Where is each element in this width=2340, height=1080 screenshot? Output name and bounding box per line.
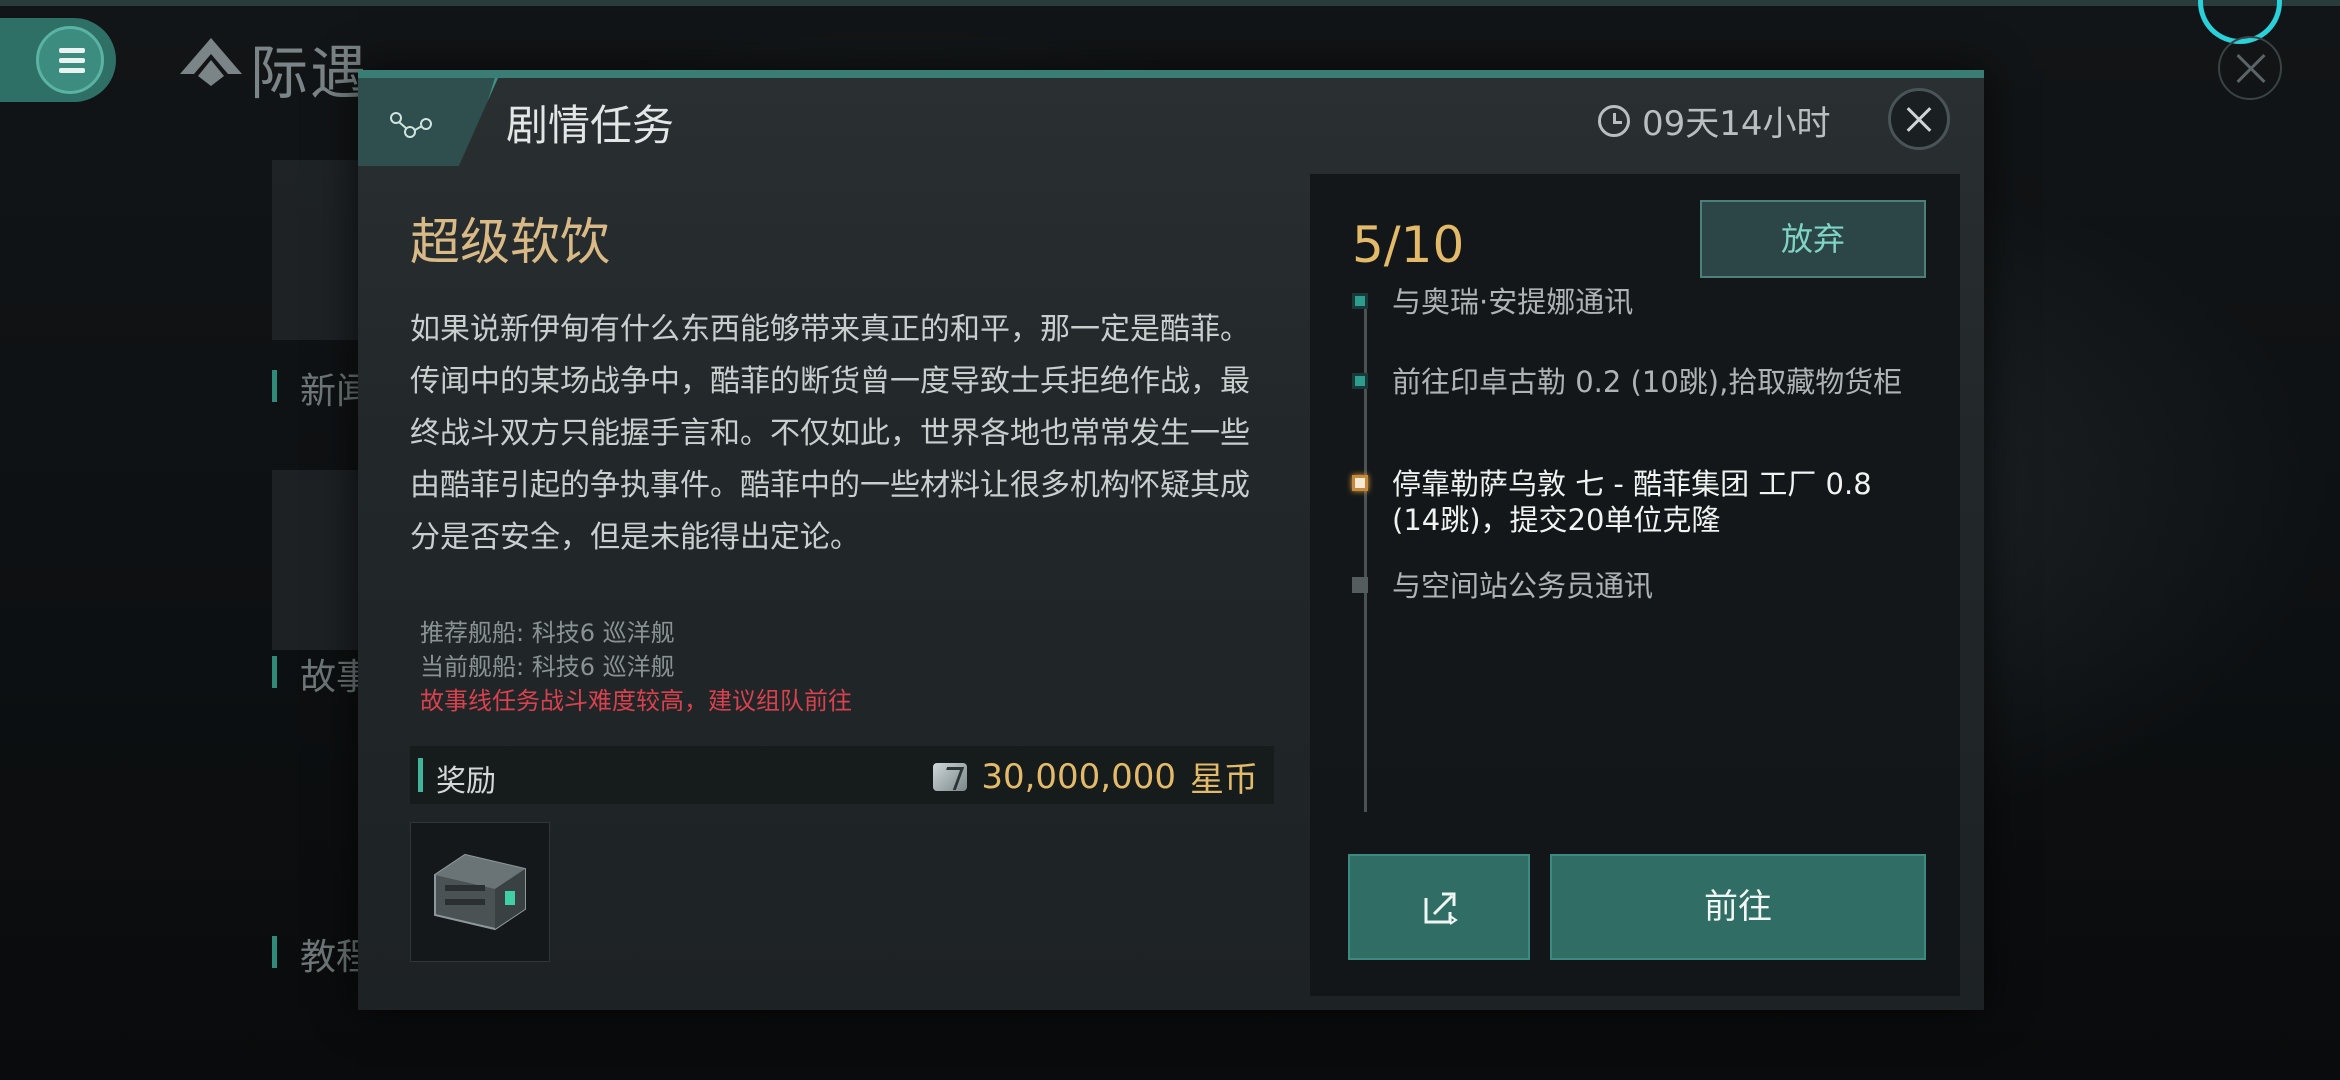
step-todo-marker <box>1352 577 1368 593</box>
quest-timer: 09天14小时 <box>1598 96 1831 145</box>
top-status-line <box>0 0 2340 6</box>
star-coin-icon <box>933 762 968 791</box>
clock-icon <box>1598 104 1630 137</box>
reward-currency: 星币 <box>1190 760 1258 800</box>
reward-bar: 奖励 30,000,000 星币 <box>410 746 1274 804</box>
reward-item-slot[interactable] <box>410 822 550 962</box>
current-ship: 当前舰船: 科技6 巡洋舰 <box>420 653 675 681</box>
main-menu-button[interactable] <box>0 18 116 102</box>
quest-description: 如果说新伊甸有什么东西能够带来真正的和平，那一定是酷菲。传闻中的某场战争中，酷菲… <box>410 312 1250 555</box>
reward-label: 奖励 <box>436 764 496 799</box>
side-label-news: 新闻 <box>272 362 372 414</box>
go-button[interactable]: 前往 <box>1550 854 1926 960</box>
step-current-marker <box>1352 475 1368 491</box>
quest-step-current[interactable]: 停靠勒萨乌敦 七 - 酷菲集团 工厂 0.8 (14跳)，提交20单位克隆 <box>1352 466 1912 538</box>
quest-progress-panel: 5/10 放弃 与奥瑞·安提娜通讯 前往印卓古勒 0.2 (10跳),拾取藏物货… <box>1310 174 1960 996</box>
menu-icon <box>36 26 104 94</box>
reward-amount: 30,000,000 星币 <box>933 752 1258 801</box>
story-quest-modal: 剧情任务 09天14小时 超级软饮 如果说新伊甸有什么东西能够带来真正的和平，那… <box>358 70 1984 1010</box>
quest-name: 超级软饮 <box>410 213 610 271</box>
quest-step[interactable]: 前往印卓古勒 0.2 (10跳),拾取藏物货柜 <box>1352 364 1912 400</box>
reward-accent <box>418 758 423 792</box>
app-logo-icon <box>180 38 242 86</box>
quest-step[interactable]: 与奥瑞·安提娜通讯 <box>1352 284 1912 320</box>
difficulty-warning: 故事线任务战斗难度较高，建议组队前往 <box>420 687 852 715</box>
step-done-marker <box>1352 293 1368 309</box>
header-tag <box>358 78 498 166</box>
modal-title: 剧情任务 <box>506 101 675 150</box>
app-title: 际遇 <box>250 39 371 107</box>
cargo-container-icon <box>434 853 526 931</box>
quest-step[interactable]: 与空间站公务员通讯 <box>1352 568 1912 604</box>
close-modal-button[interactable] <box>1888 88 1950 150</box>
background-close-icon[interactable] <box>2218 36 2282 100</box>
step-text: 前往印卓古勒 0.2 (10跳),拾取藏物货柜 <box>1392 365 1903 399</box>
share-button[interactable] <box>1348 854 1530 960</box>
progress-count: 5/10 <box>1352 216 1465 274</box>
modal-top-accent <box>358 70 1984 78</box>
side-label-story: 故事 <box>272 648 372 700</box>
abandon-button[interactable]: 放弃 <box>1700 200 1926 278</box>
quest-network-icon <box>390 112 432 138</box>
step-text: 停靠勒萨乌敦 七 - 酷菲集团 工厂 0.8 (14跳)，提交20单位克隆 <box>1392 467 1872 537</box>
step-text: 与空间站公务员通讯 <box>1392 569 1654 603</box>
step-done-marker <box>1352 373 1368 389</box>
recommended-ship: 推荐舰船: 科技6 巡洋舰 <box>420 619 675 647</box>
ship-info: 推荐舰船: 科技6 巡洋舰 当前舰船: 科技6 巡洋舰 故事线任务战斗难度较高，… <box>420 616 852 718</box>
timer-text: 09天14小时 <box>1642 104 1831 144</box>
step-text: 与奥瑞·安提娜通讯 <box>1392 285 1634 319</box>
share-icon <box>1424 892 1458 925</box>
reward-value: 30,000,000 <box>981 756 1176 797</box>
side-label-tutorial: 教程 <box>272 928 372 980</box>
